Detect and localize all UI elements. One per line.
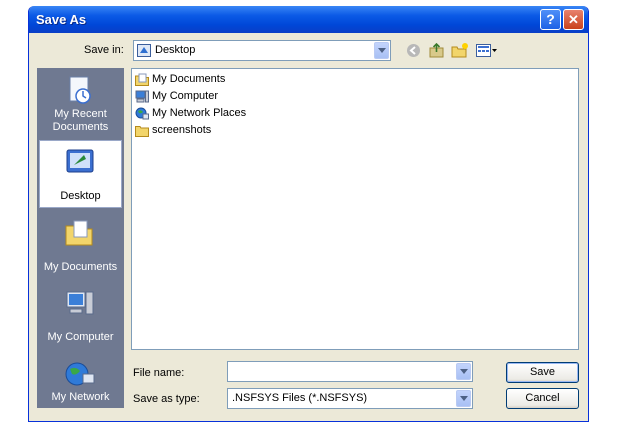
place-my-recent-documents[interactable]: My Recent Documents — [37, 68, 124, 138]
save-as-type-dropdown[interactable]: .NSFSYS Files (*.NSFSYS) — [227, 388, 473, 409]
file-list[interactable]: My Documents My Computer My Network Plac… — [131, 68, 579, 350]
cancel-button[interactable]: Cancel — [506, 388, 579, 409]
help-button[interactable]: ? — [540, 9, 561, 30]
file-name: screenshots — [152, 124, 212, 136]
title-bar[interactable]: Save As ? ✕ — [29, 6, 588, 33]
chevron-down-icon[interactable] — [456, 363, 471, 380]
place-my-documents[interactable]: My Documents — [37, 210, 124, 278]
place-label: My Documents — [43, 261, 118, 273]
computer-icon — [135, 90, 149, 103]
folder-icon — [135, 124, 149, 137]
chevron-down-icon[interactable] — [374, 42, 389, 59]
up-folder-icon[interactable] — [429, 42, 445, 58]
network-places-icon — [135, 107, 149, 120]
save-in-label: Save in: — [84, 44, 124, 56]
back-arrow-icon[interactable] — [406, 43, 421, 58]
place-desktop[interactable]: Desktop — [39, 140, 122, 208]
file-name: My Network Places — [152, 107, 247, 119]
new-folder-icon[interactable] — [451, 42, 469, 58]
file-name-label: File name: — [133, 367, 185, 379]
my-computer-icon — [64, 288, 96, 318]
desktop-small-icon — [137, 44, 151, 57]
place-label: My Recent Documents — [52, 108, 109, 133]
file-name-input[interactable] — [227, 361, 473, 382]
recent-documents-icon — [64, 74, 96, 106]
my-documents-icon — [64, 218, 96, 248]
save-in-value: Desktop — [155, 44, 196, 56]
file-name: My Documents — [152, 73, 226, 85]
dialog-title: Save As — [36, 12, 87, 27]
place-label: My Computer — [47, 331, 114, 343]
place-label: Desktop — [60, 190, 101, 202]
place-my-computer[interactable]: My Computer — [37, 280, 124, 348]
save-as-type-value: .NSFSYS Files (*.NSFSYS) — [232, 392, 368, 404]
documents-folder-icon — [135, 73, 149, 86]
desktop-icon — [64, 147, 96, 177]
places-bar: My Recent Documents Desktop My Documents… — [37, 68, 124, 408]
save-in-dropdown[interactable]: Desktop — [133, 40, 391, 61]
save-button[interactable]: Save — [506, 362, 579, 383]
place-label: My Network — [51, 391, 110, 403]
save-as-type-label: Save as type: — [133, 393, 200, 405]
my-network-icon — [64, 360, 96, 390]
place-my-network[interactable]: My Network — [37, 350, 124, 408]
chevron-down-icon[interactable] — [456, 390, 471, 407]
file-name: My Computer — [152, 90, 219, 102]
views-menu-icon[interactable] — [476, 43, 498, 58]
close-button[interactable]: ✕ — [563, 9, 584, 30]
save-as-dialog: Save As ? ✕ Save in: Desktop My Recent D… — [28, 6, 589, 422]
